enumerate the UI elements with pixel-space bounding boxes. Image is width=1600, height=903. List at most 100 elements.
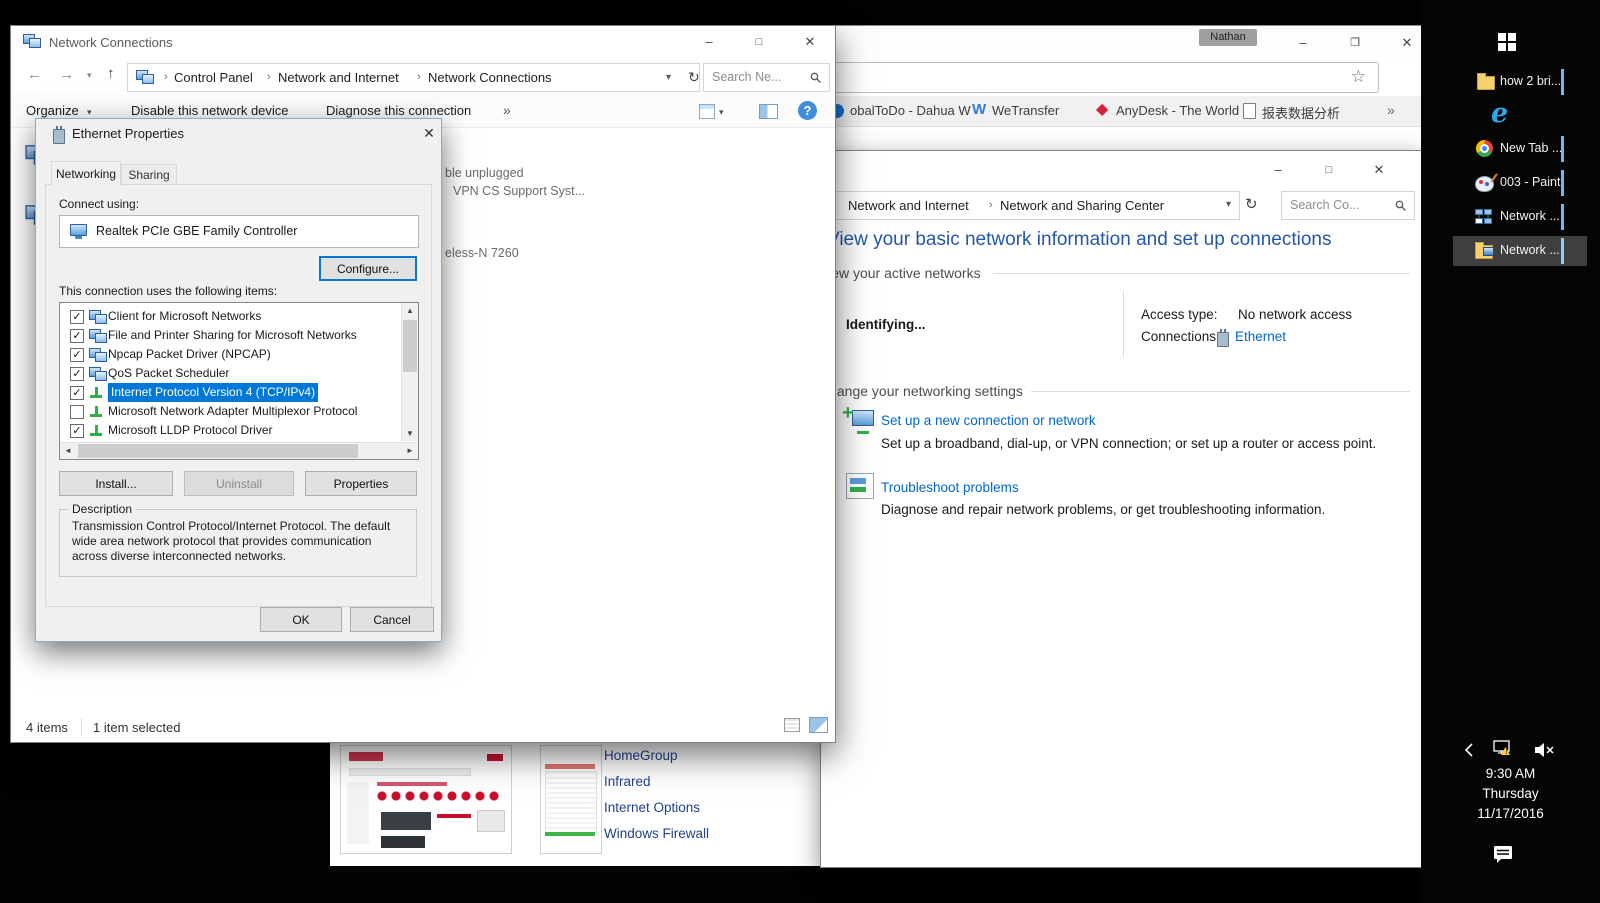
properties-button[interactable]: Properties bbox=[305, 471, 417, 496]
taskbar-item-folder[interactable]: how 2 bri... bbox=[1421, 67, 1600, 97]
explorer-maximize-button[interactable]: □ bbox=[742, 31, 776, 53]
search-icon[interactable] bbox=[810, 71, 822, 89]
cp-link-infrared[interactable]: Infrared bbox=[604, 774, 651, 789]
start-button[interactable] bbox=[1498, 33, 1516, 51]
back-icon[interactable]: ← bbox=[27, 66, 42, 83]
item-label[interactable]: File and Printer Sharing for Microsoft N… bbox=[108, 326, 357, 345]
cp-link-homegroup[interactable]: HomeGroup bbox=[604, 748, 678, 763]
chevron-down-icon[interactable]: ▾ bbox=[1226, 199, 1231, 210]
thumbnail-layout-icon[interactable] bbox=[809, 717, 828, 733]
help-icon[interactable]: ? bbox=[798, 101, 817, 120]
tab-sharing[interactable]: Sharing bbox=[121, 164, 177, 186]
scrollbar-thumb[interactable] bbox=[78, 444, 358, 458]
browser-close-button[interactable]: ✕ bbox=[1390, 32, 1424, 54]
volume-muted-icon[interactable] bbox=[1534, 742, 1556, 763]
taskbar-item-chrome[interactable]: New Tab ... bbox=[1421, 134, 1600, 164]
network-status-warning-icon[interactable]: ! bbox=[1491, 739, 1515, 764]
refresh-icon[interactable]: ↻ bbox=[688, 69, 700, 86]
bookmark-star-icon[interactable]: ☆ bbox=[1351, 67, 1366, 87]
item-label[interactable]: Microsoft LLDP Protocol Driver bbox=[108, 421, 273, 440]
sharing-minimize-button[interactable]: – bbox=[1261, 159, 1295, 181]
setup-connection-link[interactable]: Set up a new connection or network bbox=[881, 413, 1096, 428]
profile-badge[interactable]: Nathan bbox=[1199, 29, 1257, 46]
up-icon[interactable]: ↑ bbox=[107, 65, 115, 82]
forward-icon[interactable]: → bbox=[59, 66, 74, 83]
vertical-scrollbar[interactable]: ▲ ▼ bbox=[401, 303, 418, 441]
scroll-up-icon[interactable]: ▲ bbox=[402, 303, 418, 318]
breadcrumb-segment[interactable]: Control Panel bbox=[174, 70, 253, 85]
cp-link-windows-firewall[interactable]: Windows Firewall bbox=[604, 826, 709, 841]
webpage-thumbnail[interactable] bbox=[540, 745, 602, 854]
item-label[interactable]: Internet Protocol Version 4 (TCP/IPv4) bbox=[108, 383, 318, 402]
search-icon[interactable] bbox=[1395, 199, 1407, 217]
scroll-right-icon[interactable]: ► bbox=[402, 443, 418, 459]
configure-button[interactable]: Configure... bbox=[319, 256, 417, 281]
details-layout-icon[interactable] bbox=[784, 718, 800, 732]
troubleshoot-link[interactable]: Troubleshoot problems bbox=[881, 480, 1019, 495]
browser-restore-button[interactable]: ❐ bbox=[1338, 32, 1372, 54]
ok-button[interactable]: OK bbox=[260, 607, 342, 632]
taskbar-clock-weekday[interactable]: Thursday bbox=[1421, 786, 1600, 801]
breadcrumb-segment[interactable]: Network and Internet bbox=[278, 70, 399, 85]
disable-device-command[interactable]: Disable this network device bbox=[131, 103, 289, 118]
breadcrumb-segment[interactable]: Network and Internet bbox=[848, 198, 969, 213]
sharing-search-box[interactable]: Search Co... bbox=[1281, 191, 1415, 220]
item-checkbox[interactable]: ✓ bbox=[70, 329, 84, 343]
scroll-left-icon[interactable]: ◄ bbox=[60, 443, 76, 459]
sharing-address-bar[interactable]: Network and Internet › Network and Shari… bbox=[827, 191, 1240, 220]
taskbar-clock-date[interactable]: 11/17/2016 bbox=[1421, 806, 1600, 821]
breadcrumb-segment[interactable]: Network Connections bbox=[428, 70, 552, 85]
horizontal-scrollbar[interactable]: ◄ ► bbox=[60, 442, 418, 459]
connection-items-listbox[interactable]: ✓ Client for Microsoft Networks ✓ File a… bbox=[59, 302, 419, 460]
browser-minimize-button[interactable]: – bbox=[1286, 32, 1320, 54]
bookmark-item[interactable]: AnyDesk - The World bbox=[1116, 103, 1239, 118]
explorer-minimize-button[interactable]: – bbox=[692, 31, 726, 53]
item-label[interactable]: QoS Packet Scheduler bbox=[108, 364, 229, 383]
item-label[interactable]: Npcap Packet Driver (NPCAP) bbox=[108, 345, 271, 364]
item-checkbox[interactable]: ✓ bbox=[70, 310, 84, 324]
cancel-button[interactable]: Cancel bbox=[350, 607, 434, 632]
tray-expand-chevron-icon[interactable] bbox=[1463, 742, 1475, 763]
toolbar-overflow[interactable]: » bbox=[503, 102, 511, 118]
organize-menu[interactable]: Organize bbox=[26, 103, 79, 118]
bookmarks-overflow[interactable]: » bbox=[1387, 102, 1395, 118]
taskbar-item-internet-explorer[interactable]: e bbox=[1421, 99, 1600, 131]
taskbar-item-network-center[interactable]: Network ... bbox=[1421, 202, 1600, 232]
preview-pane-icon[interactable] bbox=[759, 104, 778, 119]
sharing-close-button[interactable]: ✕ bbox=[1362, 159, 1396, 181]
explorer-address-bar[interactable]: › Control Panel › Network and Internet ›… bbox=[127, 63, 700, 92]
explorer-close-button[interactable]: ✕ bbox=[793, 31, 827, 53]
install-button[interactable]: Install... bbox=[59, 471, 173, 496]
taskbar-item-paint[interactable]: 003 - Paint bbox=[1421, 168, 1600, 198]
ethernet-link[interactable]: Ethernet bbox=[1235, 329, 1286, 344]
view-chevron-icon[interactable]: ▾ bbox=[719, 107, 724, 118]
action-center-icon[interactable] bbox=[1493, 845, 1515, 869]
webpage-thumbnail[interactable] bbox=[340, 745, 512, 854]
address-omnibox[interactable]: ☆ bbox=[826, 62, 1379, 93]
diagnose-command[interactable]: Diagnose this connection bbox=[326, 103, 471, 118]
bookmark-item[interactable]: WeTransfer bbox=[992, 103, 1059, 118]
scroll-down-icon[interactable]: ▼ bbox=[402, 426, 418, 441]
item-checkbox[interactable]: ✓ bbox=[70, 424, 84, 438]
item-checkbox[interactable] bbox=[70, 405, 84, 419]
details-view-icon[interactable] bbox=[699, 104, 715, 119]
sharing-maximize-button[interactable]: □ bbox=[1312, 159, 1346, 181]
item-label[interactable]: Microsoft Network Adapter Multiplexor Pr… bbox=[108, 402, 357, 421]
cp-link-internet-options[interactable]: Internet Options bbox=[604, 800, 700, 815]
refresh-icon[interactable]: ↻ bbox=[1245, 195, 1258, 213]
breadcrumb-segment[interactable]: Network and Sharing Center bbox=[1000, 198, 1164, 213]
item-label[interactable]: Client for Microsoft Networks bbox=[108, 307, 261, 326]
chevron-down-icon[interactable]: ▾ bbox=[666, 72, 671, 83]
item-checkbox[interactable]: ✓ bbox=[70, 348, 84, 362]
taskbar-clock-time[interactable]: 9:30 AM bbox=[1421, 766, 1600, 781]
scrollbar-thumb[interactable] bbox=[403, 320, 417, 372]
item-checkbox[interactable]: ✓ bbox=[70, 367, 84, 381]
uninstall-button[interactable]: Uninstall bbox=[184, 471, 294, 496]
dialog-close-icon[interactable]: ✕ bbox=[417, 125, 441, 145]
bookmark-item[interactable]: 报表数据分析 bbox=[1262, 103, 1340, 122]
tab-networking[interactable]: Networking bbox=[51, 161, 121, 186]
item-checkbox[interactable]: ✓ bbox=[70, 386, 84, 400]
explorer-search-box[interactable]: Search Ne... bbox=[703, 63, 830, 92]
history-chevron-icon[interactable]: ▾ bbox=[87, 70, 92, 81]
taskbar-item-network-connections-active[interactable]: Network ... bbox=[1453, 236, 1587, 266]
